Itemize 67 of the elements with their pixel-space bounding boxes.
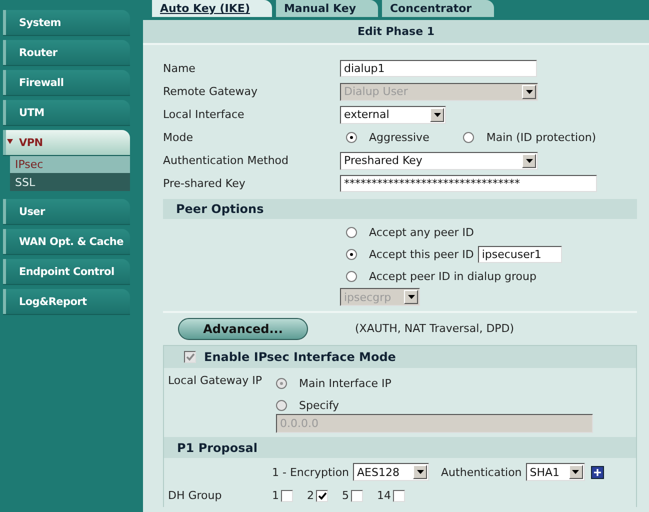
sidebar-subitem[interactable]: IPsec (10, 155, 130, 173)
checkbox-label: 1 (272, 489, 279, 502)
radio-label: Accept this peer ID (369, 248, 474, 260)
checkmark-icon (186, 353, 194, 361)
caret-icon (526, 90, 532, 94)
caret-icon (526, 158, 532, 162)
caret-icon (434, 112, 440, 116)
checkbox-label: 2 (307, 489, 314, 502)
input-field[interactable]: ipsecuser1 (478, 246, 562, 262)
radio-label: Specify (299, 399, 340, 412)
checkbox[interactable] (393, 490, 405, 502)
input-field[interactable]: dialup1 (340, 60, 537, 77)
dropdown[interactable]: Preshared Key (340, 152, 538, 170)
checkbox[interactable] (316, 490, 328, 502)
sidebar-item[interactable]: User (3, 199, 130, 224)
radio-label: Main (ID protection) (486, 131, 596, 144)
checkbox[interactable] (281, 490, 293, 502)
field-label: Pre-shared Key (163, 177, 246, 190)
radio-button[interactable] (346, 248, 357, 260)
sidebar-item[interactable]: WAN Opt. & Cache (3, 229, 130, 254)
radio-label: Main Interface IP (299, 377, 392, 390)
checkbox-label: 5 (342, 489, 349, 502)
radio-button[interactable] (463, 132, 474, 143)
checkbox[interactable] (351, 490, 363, 502)
radio-label: Aggressive (369, 131, 430, 144)
caret-icon (572, 470, 580, 474)
radio-button[interactable] (346, 226, 357, 238)
section-title: Edit Phase 1 (143, 20, 649, 45)
sidebar-item[interactable]: UTM (3, 100, 130, 125)
section-header: Peer Options (163, 199, 637, 219)
field-label: Local Gateway IP (168, 374, 263, 389)
advanced-button[interactable]: Advanced... (178, 318, 308, 340)
sidebar-item[interactable]: Router (3, 40, 130, 65)
checkbox-label: Enable IPsec Interface Mode (204, 350, 396, 364)
sidebar-item[interactable]: Endpoint Control (3, 259, 130, 284)
dropdown[interactable]: external (340, 106, 446, 124)
caret-icon (416, 470, 424, 474)
field-label: 1 - Encryption (272, 466, 350, 478)
checkbox-label: 14 (377, 489, 391, 502)
checkmark-icon (318, 492, 326, 500)
sidebar-item[interactable]: Firewall (3, 70, 130, 95)
advanced-note: (XAUTH, NAT Traversal, DPD) (355, 322, 514, 335)
caret-icon (408, 295, 414, 299)
tab[interactable]: Auto Key (IKE) (152, 0, 272, 17)
sidebar-item[interactable]: VPN (3, 130, 130, 155)
input-field[interactable]: ******************************** (340, 175, 597, 192)
field-label: Mode (163, 131, 194, 144)
section-header: P1 Proposal (164, 437, 636, 458)
tab[interactable]: Concentrator (382, 0, 494, 17)
field-label: Local Interface (163, 108, 246, 121)
tab[interactable]: Manual Key (276, 0, 378, 17)
dropdown[interactable]: AES128 (353, 463, 430, 481)
sidebar-item[interactable]: Log&Report (3, 289, 130, 314)
field-label: Remote Gateway (163, 85, 259, 98)
radio-button[interactable] (346, 132, 357, 143)
caret-icon (7, 139, 13, 144)
radio-button[interactable] (346, 270, 357, 282)
field-label: DH Group (168, 489, 223, 502)
add-icon[interactable] (590, 466, 604, 478)
sidebar-subitem[interactable]: SSL (10, 173, 130, 191)
radio-label: Accept any peer ID (369, 226, 474, 238)
sidebar-item[interactable]: System (3, 10, 130, 35)
field-label: Name (163, 62, 196, 75)
dropdown[interactable]: SHA1 (526, 463, 585, 481)
field-label: Authentication (441, 466, 522, 478)
radio-label: Accept peer ID in dialup group (369, 270, 536, 282)
field-label: Authentication Method (163, 154, 290, 167)
